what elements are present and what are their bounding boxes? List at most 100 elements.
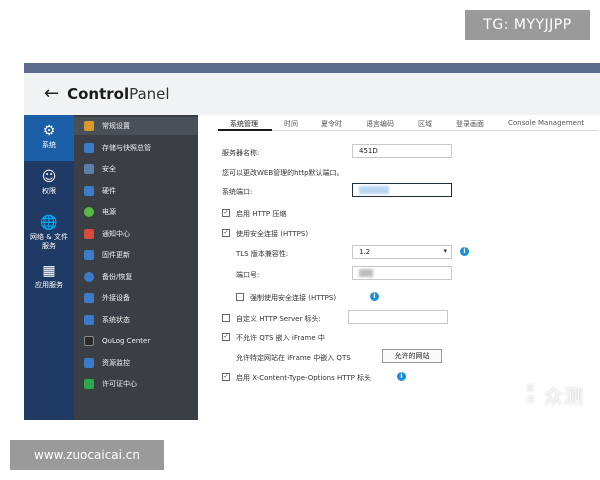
shield-icon [84,164,94,174]
http-compress-label: 启用 HTTP 压缩 [236,210,287,218]
url-badge: www.zuocaicai.cn [10,440,164,470]
category-network-file-services[interactable]: 🌐 网络 & 文件 服务 [24,211,74,255]
system-port-field[interactable] [352,183,452,197]
menu-label: 安全 [102,165,116,173]
port-hint-text: 您可以更改WEB管理的http默认端口。 [222,169,344,177]
control-panel-window: ← ControlPanel ⚙ 系统 ☺ 权限 🌐 网络 & 文件 服务 ▦ … [24,63,600,420]
category-app-services[interactable]: ▦ 应用服务 [24,261,74,295]
log-icon [84,336,94,346]
menu-item-license-center[interactable]: 许可证中心 [74,375,198,393]
tls-select[interactable]: 1.2 ▾ [352,245,452,259]
server-name-field[interactable]: 451D [352,144,452,158]
menu-item-hardware[interactable]: 硬件 [74,182,198,200]
watermark-logo: 新 浪 [522,382,540,406]
category-label: 网络 & 文件 服务 [30,233,68,250]
force-https-checkbox[interactable] [236,293,244,301]
tab-region[interactable]: 区域 [418,119,432,131]
menu-label: 常规设置 [102,122,130,130]
storage-icon [84,143,94,153]
category-label: 系统 [42,141,56,149]
watermark: 新 浪 众测 [522,378,592,414]
no-iframe-checkbox[interactable]: ✓ [222,333,230,341]
custom-header-checkbox[interactable] [222,314,230,322]
usb-icon [84,293,94,303]
menu-item-external-devices[interactable]: 外接设备 [74,289,198,307]
menu-item-backup-restore[interactable]: 备份/恢复 [74,268,198,286]
menu-item-firmware-update[interactable]: 固件更新 [74,246,198,264]
power-icon [84,207,94,217]
menu-item-power[interactable]: 电源 [74,203,198,221]
hardware-icon [84,186,94,196]
menu-item-qulog-center[interactable]: QuLog Center [74,332,198,350]
title-bar: ← ControlPanel [24,73,600,115]
system-port-label: 系统端口: [222,188,253,196]
category-label: 权限 [42,187,56,195]
info-icon[interactable]: i [370,292,379,301]
tab-console-management[interactable]: Console Management [508,119,584,131]
menu-label: 硬件 [102,187,116,195]
tls-label: TLS 版本兼容性: [236,250,289,258]
tab-language-encoding[interactable]: 语言编码 [366,119,394,131]
tab-login-screen[interactable]: 登录画面 [456,119,484,131]
settings-icon [84,121,94,131]
force-https-label: 强制使用安全连接 (HTTPS) [250,294,337,302]
monitor-icon [84,358,94,368]
menu-label: 存储与快照总管 [102,144,151,152]
menu-label: 备份/恢复 [102,273,133,281]
user-icon: ☺ [41,169,57,185]
settings-tabs: 系统管理 时间 夏令时 语言编码 区域 登录画面 Console Managem… [218,115,598,137]
menu-item-notification-center[interactable]: 通知中心 [74,225,198,243]
chevron-down-icon: ▾ [443,247,447,255]
category-sidebar: ⚙ 系统 ☺ 权限 🌐 网络 & 文件 服务 ▦ 应用服务 [24,115,74,420]
tab-system-admin[interactable]: 系统管理 [230,119,258,131]
custom-header-label: 自定义 HTTP Server 标头: [236,315,321,323]
status-icon [84,315,94,325]
menu-item-resource-monitor[interactable]: 资源监控 [74,354,198,372]
watermark-text: 众测 [544,386,585,408]
tg-badge: TG: MYYJJPP [465,10,590,40]
menu-item-system-status[interactable]: 系统状态 [74,311,198,329]
firmware-icon [84,250,94,260]
back-arrow-icon[interactable]: ← [44,85,59,103]
category-system[interactable]: ⚙ 系统 [24,115,74,161]
no-iframe-label: 不允许 QTS 嵌入 iFrame 中 [236,334,325,342]
https-checkbox[interactable]: ✓ [222,229,230,237]
license-icon [84,379,94,389]
port-number-label: 端口号: [236,271,260,279]
tls-select-value: 1.2 [359,248,371,256]
info-icon[interactable]: i [397,372,406,381]
gear-icon: ⚙ [42,123,56,139]
menu-item-security[interactable]: 安全 [74,160,198,178]
allow-sites-label: 允许特定网站在 iFrame 中嵌入 QTS [236,354,351,362]
menu-label: 资源监控 [102,359,130,367]
https-label: 使用安全连接 (HTTPS) [236,230,309,238]
port-number-field[interactable] [352,266,452,280]
menu-label: 通知中心 [102,230,130,238]
tab-time[interactable]: 时间 [284,119,298,131]
custom-header-field[interactable] [348,310,448,324]
settings-content: 系统管理 时间 夏令时 语言编码 区域 登录画面 Console Managem… [198,115,600,420]
category-label: 应用服务 [35,281,63,289]
backup-icon [84,272,94,282]
menu-label: 固件更新 [102,251,130,259]
info-icon[interactable]: i [460,247,469,256]
redacted-value [359,269,373,277]
globe-icon: 🌐 [40,215,58,231]
category-permissions[interactable]: ☺ 权限 [24,163,74,203]
menu-label: 电源 [102,208,116,216]
menu-item-general-settings[interactable]: 常规设置 [74,117,198,135]
bell-icon [84,229,94,239]
http-compress-checkbox[interactable]: ✓ [222,209,230,217]
menu-label: 许可证中心 [102,380,137,388]
allowed-sites-button[interactable]: 允许的网站 [382,349,442,363]
tab-dst[interactable]: 夏令时 [321,119,342,131]
redacted-value [359,186,389,194]
xcontent-label: 启用 X-Content-Type-Options HTTP 标头 [236,374,372,382]
server-name-label: 服务器名称: [222,149,260,157]
system-menu: 常规设置 存储与快照总管 安全 硬件 电源 通知中心 固件更新 备份/恢复 外接… [74,115,198,420]
xcontent-checkbox[interactable]: ✓ [222,373,230,381]
menu-label: 外接设备 [102,294,130,302]
menu-item-storage-snapshots[interactable]: 存储与快照总管 [74,139,198,157]
app-title: ControlPanel [67,85,170,103]
grid-icon: ▦ [42,263,56,279]
